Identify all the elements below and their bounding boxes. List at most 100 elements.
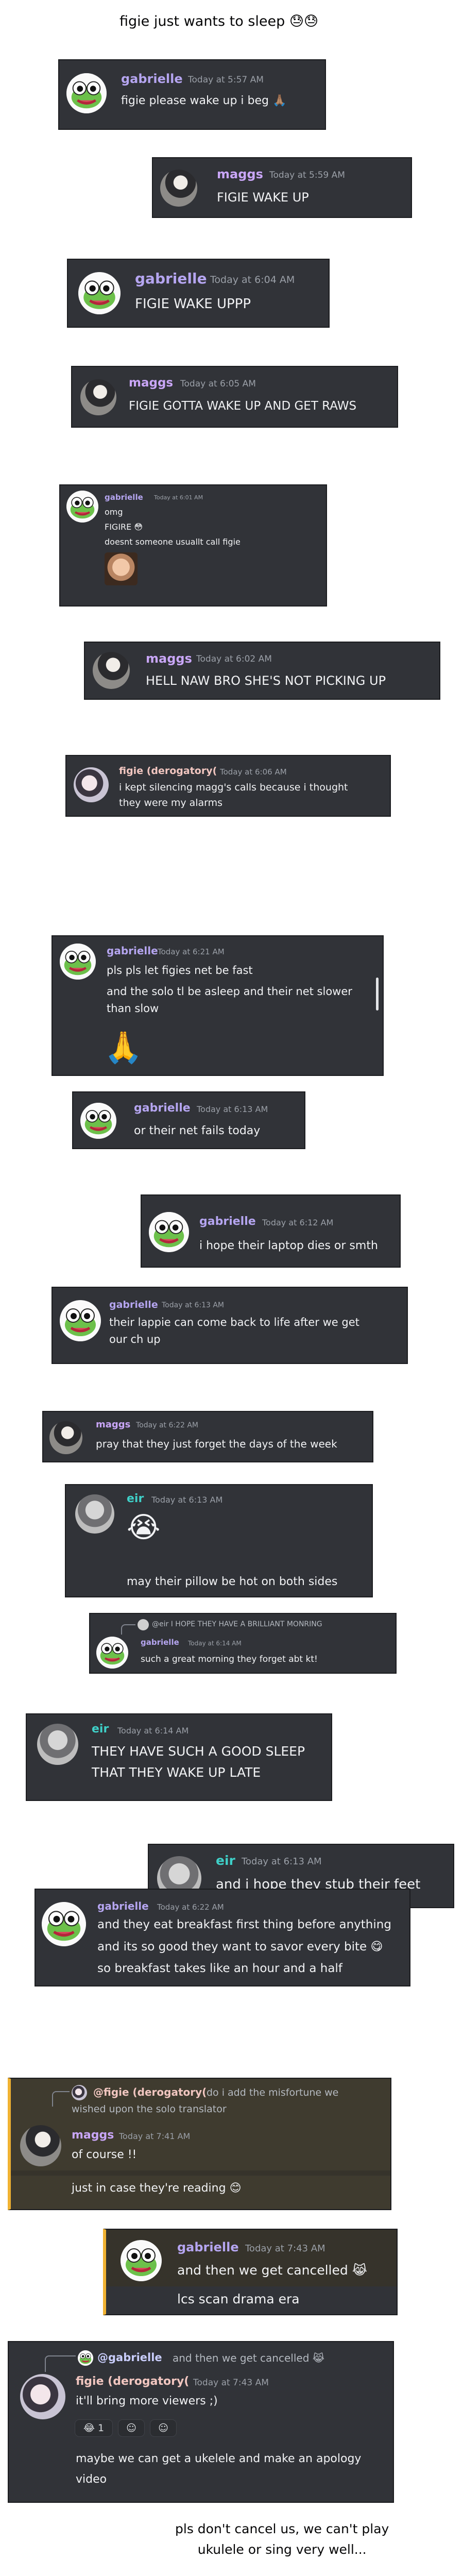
message-text: they were my alarms: [119, 797, 223, 809]
message-card: @eir I HOPE THEY HAVE A BRILLIANT MONRIN…: [89, 1613, 397, 1674]
timestamp: Today at 6:14 AM: [188, 1640, 242, 1647]
author-name[interactable]: maggs: [96, 1419, 130, 1430]
frog-avatar[interactable]: [78, 272, 121, 314]
frog-avatar[interactable]: [149, 1212, 189, 1252]
message-divider: [11, 2170, 390, 2176]
reply-text[interactable]: @eir I HOPE THEY HAVE A BRILLIANT MONRIN…: [152, 1620, 322, 1628]
reaction-add[interactable]: ☺: [118, 2419, 145, 2437]
reply-avatar[interactable]: [72, 2085, 87, 2100]
reply-author[interactable]: @gabrielle: [97, 2351, 162, 2364]
frog-avatar[interactable]: [60, 944, 96, 980]
author-name[interactable]: gabrielle: [141, 1638, 179, 1647]
message-card: gabrielle Today at 6:01 AM omg FIGIRE 😳 …: [59, 484, 327, 607]
message-text: pls pls let figies net be fast: [107, 964, 253, 976]
message-card: gabrielle Today at 6:12 AM i hope their …: [141, 1194, 401, 1268]
reply-text[interactable]: and then we get cancelled 😹: [173, 2352, 324, 2364]
author-name[interactable]: eir: [216, 1853, 235, 1868]
figie-avatar[interactable]: [74, 767, 109, 802]
reply-avatar[interactable]: [78, 2350, 93, 2366]
author-name[interactable]: gabrielle: [135, 270, 207, 287]
frog-avatar[interactable]: [66, 491, 98, 523]
author-name[interactable]: figie (derogatory(: [119, 765, 217, 777]
timestamp: Today at 6:13 AM: [197, 1104, 268, 1114]
message-text: doesnt someone usuallt call figie: [105, 537, 241, 547]
author-name[interactable]: gabrielle: [199, 1215, 256, 1228]
author-name[interactable]: gabrielle: [134, 1102, 191, 1115]
message-card: figie (derogatory( Today at 6:06 AM i ke…: [65, 755, 391, 817]
author-name[interactable]: gabrielle: [109, 1299, 158, 1310]
message-card: gabrielle Today at 6:13 AM their lappie …: [52, 1287, 408, 1364]
message-text: HELL NAW BRO SHE'S NOT PICKING UP: [146, 674, 386, 688]
timestamp: Today at 6:04 AM: [210, 274, 295, 285]
timestamp: Today at 6:13 AM: [162, 1301, 225, 1309]
author-name[interactable]: maggs: [146, 651, 192, 666]
reply-connector: [45, 2355, 76, 2372]
crying-baby-image[interactable]: [105, 552, 138, 585]
message-card: @figie (derogatory( do i add the misfort…: [8, 2078, 391, 2210]
frog-avatar[interactable]: [80, 1103, 116, 1139]
message-card: gabrielle Today at 6:22 AM and they eat …: [35, 1889, 410, 1986]
figie-avatar[interactable]: [20, 2374, 65, 2419]
author-name[interactable]: eir: [127, 1492, 144, 1505]
reply-text[interactable]: do i add the misfortune we: [207, 2087, 338, 2098]
author-name[interactable]: figie (derogatory(: [76, 2375, 189, 2388]
message-text: THEY HAVE SUCH A GOOD SLEEP: [92, 1744, 305, 1759]
message-text: such a great morning they forget abt kt!: [141, 1654, 318, 1664]
message-text: pray that they just forget the days of t…: [96, 1438, 337, 1450]
timestamp: Today at 7:41 AM: [119, 2131, 191, 2141]
message-text: maybe we can get a ukelele and make an a…: [76, 2452, 362, 2465]
frog-avatar[interactable]: [66, 73, 107, 113]
reply-text[interactable]: wished upon the solo translator: [72, 2103, 227, 2115]
message-text: of course !!: [72, 2148, 137, 2161]
timestamp: Today at 6:22 AM: [157, 1902, 224, 1912]
author-name[interactable]: gabrielle: [177, 2240, 239, 2254]
message-text: FIGIE WAKE UPPP: [135, 296, 251, 312]
message-card: maggs Today at 6:05 AM FIGIE GOTTA WAKE …: [71, 366, 398, 428]
timestamp: Today at 6:22 AM: [136, 1421, 199, 1429]
message-card: gabrielle Today at 5:57 AM figie please …: [58, 59, 326, 130]
message-text: figie please wake up i beg 🙏🏽: [121, 94, 287, 107]
bottom-caption: pls don't cancel us, we can't play ukule…: [175, 2519, 389, 2560]
frog-avatar[interactable]: [60, 1300, 101, 1341]
maggs-avatar[interactable]: [20, 2125, 61, 2166]
maggs-avatar[interactable]: [93, 652, 130, 689]
message-card: gabrielle Today at 6:13 AM or their net …: [72, 1091, 305, 1149]
message-text: and its so good they want to savor every…: [97, 1940, 383, 1954]
eir-avatar[interactable]: [37, 1724, 78, 1765]
eir-avatar[interactable]: [75, 1494, 114, 1534]
timestamp: Today at 5:57 AM: [188, 75, 264, 85]
message-text: or their net fails today: [134, 1124, 261, 1137]
frog-avatar[interactable]: [96, 1637, 128, 1669]
frog-avatar[interactable]: [121, 2240, 162, 2281]
author-name[interactable]: maggs: [72, 2129, 114, 2142]
timestamp: Today at 7:43 AM: [193, 2378, 269, 2388]
message-text: THAT THEY WAKE UP LATE: [92, 1765, 261, 1780]
reply-author[interactable]: @figie (derogatory(: [93, 2086, 207, 2098]
author-name[interactable]: gabrielle: [107, 945, 158, 957]
author-name[interactable]: maggs: [217, 167, 263, 181]
maggs-avatar[interactable]: [160, 170, 197, 207]
message-text: just in case they're reading 😊: [72, 2182, 242, 2195]
bottom-caption-line: ukulele or sing very well...: [197, 2542, 367, 2557]
message-text: our ch up: [109, 1333, 161, 1345]
timestamp: Today at 6:01 AM: [154, 494, 203, 501]
bottom-caption-line: pls don't cancel us, we can't play: [175, 2521, 389, 2536]
author-name[interactable]: gabrielle: [105, 493, 143, 502]
message-text: and they eat breakfast first thing befor…: [97, 1918, 391, 1931]
author-name[interactable]: gabrielle: [97, 1900, 149, 1912]
reaction-super[interactable]: ☺: [150, 2419, 177, 2437]
maggs-avatar[interactable]: [49, 1421, 82, 1454]
message-card: maggs Today at 5:59 AM FIGIE WAKE UP: [152, 157, 412, 218]
author-name[interactable]: eir: [92, 1723, 109, 1736]
message-text: i hope their laptop dies or smth: [199, 1239, 378, 1252]
reaction-joy[interactable]: 😂 1: [75, 2419, 113, 2437]
author-name[interactable]: gabrielle: [121, 72, 183, 86]
reply-avatar[interactable]: [138, 1619, 149, 1630]
scrollbar[interactable]: [376, 978, 379, 1011]
maggs-avatar[interactable]: [80, 379, 116, 415]
author-name[interactable]: maggs: [129, 376, 173, 390]
message-card: eir Today at 6:13 AM 😭 may their pillow …: [65, 1484, 373, 1597]
reaction-count: 1: [98, 2422, 105, 2434]
reply-connector: [52, 2091, 70, 2107]
frog-avatar[interactable]: [42, 1902, 86, 1946]
